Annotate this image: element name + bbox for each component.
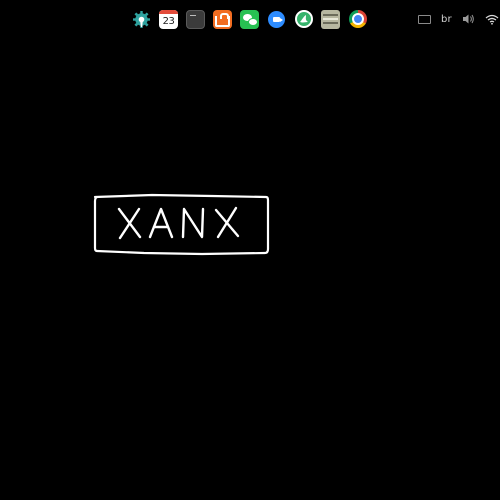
chrome-icon[interactable]: [348, 10, 367, 29]
files-stripe: [323, 21, 338, 24]
settings-icon[interactable]: [132, 10, 151, 29]
wechat-icon[interactable]: [240, 9, 259, 29]
handwritten-text: XANX: [92, 256, 93, 257]
bird-app-ring: [294, 10, 313, 28]
wifi-icon[interactable]: [485, 11, 499, 27]
system-tray: br: [418, 11, 499, 27]
camera-glyph: [273, 16, 283, 22]
chrome-center: [351, 13, 364, 25]
chrome-ring: [348, 10, 367, 28]
box-outline: [93, 193, 270, 256]
files-stripe: [323, 17, 338, 20]
chat-bubble-small: [248, 17, 258, 26]
calendar-header: [159, 9, 178, 14]
handwritten-strokes: [117, 206, 240, 240]
drawing-canvas[interactable]: XANX: [0, 38, 500, 500]
zoom-icon[interactable]: [267, 10, 286, 29]
input-language-indicator[interactable]: br: [441, 11, 452, 27]
keyboard-icon[interactable]: [418, 11, 431, 27]
top-bar: 23 br: [0, 0, 500, 38]
calendar-icon[interactable]: 23: [159, 9, 178, 29]
app-store-icon[interactable]: [213, 9, 232, 29]
terminal-icon[interactable]: [186, 9, 205, 29]
terminal-prompt-line: [190, 14, 196, 16]
calendar-date: 23: [162, 15, 175, 27]
files-icon[interactable]: [321, 9, 340, 29]
volume-icon[interactable]: [462, 11, 475, 27]
bag-handle: [220, 12, 229, 19]
files-stripe: [323, 13, 338, 16]
zoom-circle: [268, 10, 285, 28]
handwritten-word-box: XANX: [92, 192, 270, 256]
bird-app-icon[interactable]: [294, 10, 313, 29]
app-dock: 23: [132, 8, 367, 30]
input-language-label: br: [441, 13, 452, 25]
